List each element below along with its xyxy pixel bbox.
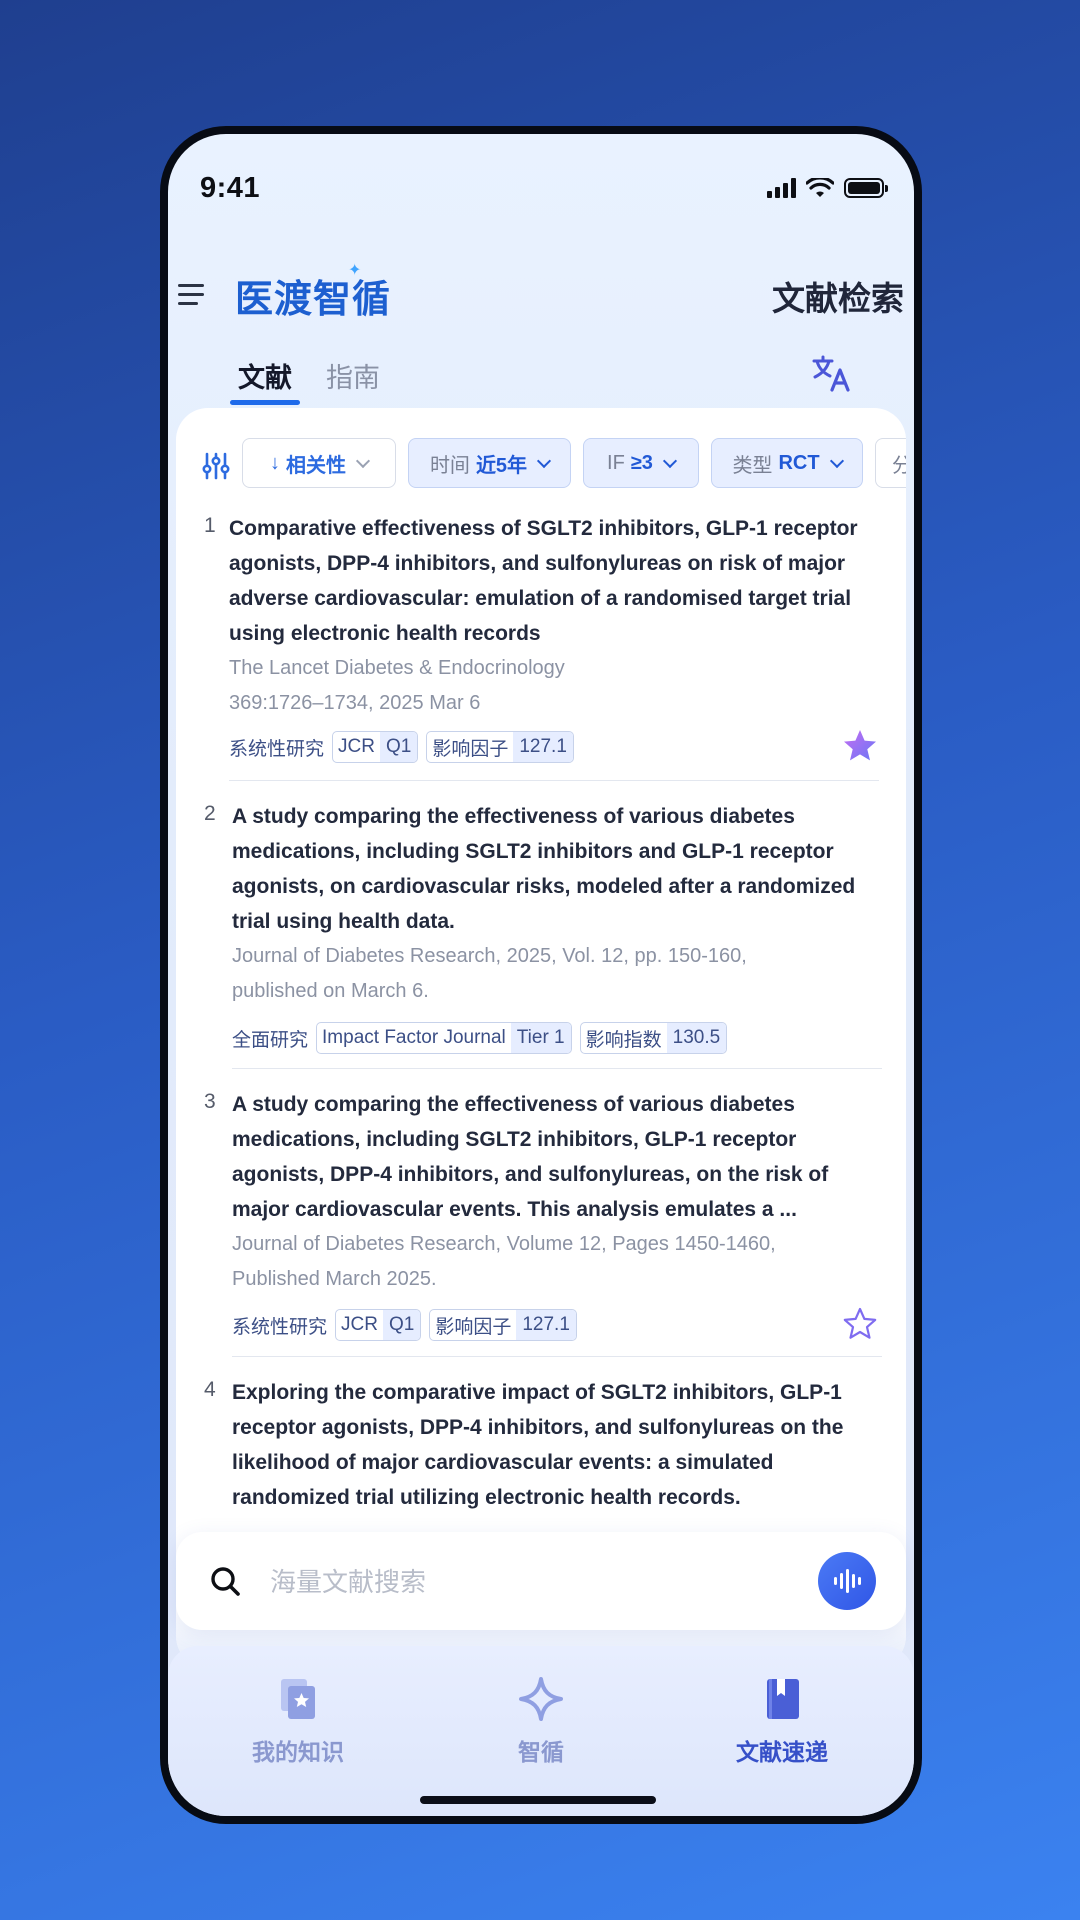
bookmark-book-icon (767, 1679, 799, 1719)
tab-bar: 文献 指南 (168, 344, 914, 414)
impact-filter-dropdown[interactable]: IF ≥3 (583, 438, 699, 488)
hamburger-menu-icon[interactable] (178, 282, 206, 306)
result-tags: 系统性研究 JCR Q1 影响因子 127.1 (229, 730, 574, 764)
type-filter-dropdown[interactable]: 类型 RCT (711, 438, 863, 488)
chevron-down-icon (536, 453, 552, 468)
impact-filter-value: ≥3 (630, 451, 653, 474)
type-filter-key: 类型 (732, 454, 773, 477)
result-index: 3 (204, 1090, 216, 1113)
tab-literature[interactable]: 文献 (238, 356, 292, 395)
journal-tier-tag: Impact Factor Journal Tier 1 (316, 1022, 572, 1054)
page-title: 文献检索 (772, 280, 904, 317)
nav-label: 文献速递 (736, 1739, 828, 1765)
app-header: 医渡智循 ✦ 文献检索 (168, 254, 914, 334)
tab-guidelines[interactable]: 指南 (326, 356, 380, 395)
result-citation: published on March 6. (232, 980, 429, 1002)
app-logo: 医渡智循 (235, 279, 392, 321)
star-filled-icon[interactable] (842, 728, 878, 764)
status-icons (767, 178, 888, 198)
type-filter-value: RCT (778, 451, 820, 474)
result-index: 4 (204, 1378, 216, 1401)
result-title[interactable]: Comparative effectiveness of SGLT2 inhib… (229, 511, 879, 651)
logo-sparkle-icon: ✦ (348, 262, 362, 279)
arrow-down-icon: ↓ (270, 451, 280, 474)
bottom-nav: 我的知识 智循 文献速递 (168, 1646, 914, 1816)
star-outline-icon[interactable] (842, 1306, 878, 1342)
impact-index-value: 130.5 (666, 1023, 727, 1053)
study-type-tag: 系统性研究 (229, 738, 325, 760)
filter-bar: ↓ 相关性 时间 近5年 IF ≥3 类型 RCT 分 (176, 438, 906, 494)
impact-index-key: 影响指数 (585, 1029, 662, 1051)
impact-factor-key: 影响因子 (432, 738, 509, 760)
result-tags: 系统性研究 JCR Q1 影响因子 127.1 (232, 1308, 577, 1342)
result-tags: 全面研究 Impact Factor Journal Tier 1 影响指数 130… (232, 1021, 728, 1055)
nav-label: 智循 (518, 1739, 564, 1765)
divider (229, 780, 879, 781)
active-tab-indicator (230, 400, 300, 405)
more-filter-key: 分 (892, 454, 906, 477)
time-filter-dropdown[interactable]: 时间 近5年 (408, 438, 571, 488)
knowledge-star-icon (281, 1679, 315, 1719)
journal-tier-key: Impact Factor Journal (322, 1027, 506, 1048)
sort-relevance-dropdown[interactable]: ↓ 相关性 (242, 438, 396, 488)
jcr-tag-value: Q1 (382, 1310, 421, 1340)
journal-tier-value: Tier 1 (510, 1023, 571, 1053)
impact-factor-tag: 影响因子 127.1 (426, 731, 574, 763)
nav-label: 我的知识 (252, 1739, 344, 1765)
impact-index-tag: 影响指数 130.5 (579, 1022, 728, 1054)
jcr-tag: JCR Q1 (332, 731, 419, 763)
more-filter-dropdown[interactable]: 分 (875, 438, 906, 488)
cellular-signal-icon (767, 178, 796, 198)
result-journal: Journal of Diabetes Research, 2025, Vol.… (232, 945, 747, 967)
chevron-down-icon (355, 453, 371, 468)
search-bar (176, 1532, 906, 1630)
chevron-down-icon (829, 453, 844, 468)
jcr-tag-key: JCR (341, 1314, 378, 1335)
chevron-down-icon (662, 453, 678, 468)
result-title[interactable]: Exploring the comparative impact of SGLT… (232, 1375, 882, 1515)
divider (232, 1356, 882, 1357)
time-filter-value: 近5年 (475, 454, 528, 477)
study-type-tag: 全面研究 (232, 1029, 309, 1051)
divider (232, 1068, 882, 1069)
result-citation: Published March 2025. (232, 1268, 437, 1290)
time-filter-key: 时间 (429, 454, 470, 477)
translate-icon[interactable] (810, 352, 854, 396)
wifi-icon (806, 178, 834, 197)
impact-factor-value: 127.1 (513, 732, 573, 762)
result-journal: Journal of Diabetes Research, Volume 12,… (232, 1233, 776, 1255)
nav-literature-express[interactable]: 文献速递 (702, 1676, 862, 1767)
nav-my-knowledge[interactable]: 我的知识 (218, 1676, 378, 1767)
result-title[interactable]: A study comparing the effectiveness of v… (232, 1087, 882, 1227)
impact-factor-value: 127.1 (516, 1310, 576, 1340)
result-title[interactable]: A study comparing the effectiveness of v… (232, 799, 882, 939)
sparkle-icon (519, 1677, 563, 1721)
jcr-tag: JCR Q1 (335, 1309, 422, 1341)
jcr-tag-key: JCR (338, 736, 375, 757)
jcr-tag-value: Q1 (379, 732, 418, 762)
result-citation: 369:1726–1734, 2025 Mar 6 (229, 692, 481, 714)
result-index: 1 (204, 514, 216, 537)
app-screen: 9:41 医渡智循 ✦ 文献检索 文献 指南 ↓ 相关性 时间 近5年 IF ≥… (168, 134, 914, 1816)
voice-input-button[interactable] (818, 1552, 876, 1610)
study-type-tag: 系统性研究 (232, 1316, 328, 1338)
status-time: 9:41 (200, 172, 261, 204)
result-journal: The Lancet Diabetes & Endocrinology (229, 657, 565, 679)
nav-zhixun[interactable]: 智循 (461, 1676, 621, 1767)
results-card: ↓ 相关性 时间 近5年 IF ≥3 类型 RCT 分 1 Comparativ… (176, 408, 906, 1668)
sort-label: 相关性 (286, 454, 346, 477)
impact-filter-key: IF (607, 451, 625, 474)
impact-factor-tag: 影响因子 127.1 (429, 1309, 577, 1341)
impact-factor-key: 影响因子 (435, 1316, 512, 1338)
status-bar: 9:41 (168, 134, 914, 214)
home-indicator (420, 1796, 656, 1804)
search-input[interactable] (268, 1556, 792, 1608)
search-icon (211, 1567, 240, 1596)
filter-sliders-icon[interactable] (202, 452, 230, 480)
battery-icon (844, 178, 888, 198)
result-index: 2 (204, 802, 216, 825)
